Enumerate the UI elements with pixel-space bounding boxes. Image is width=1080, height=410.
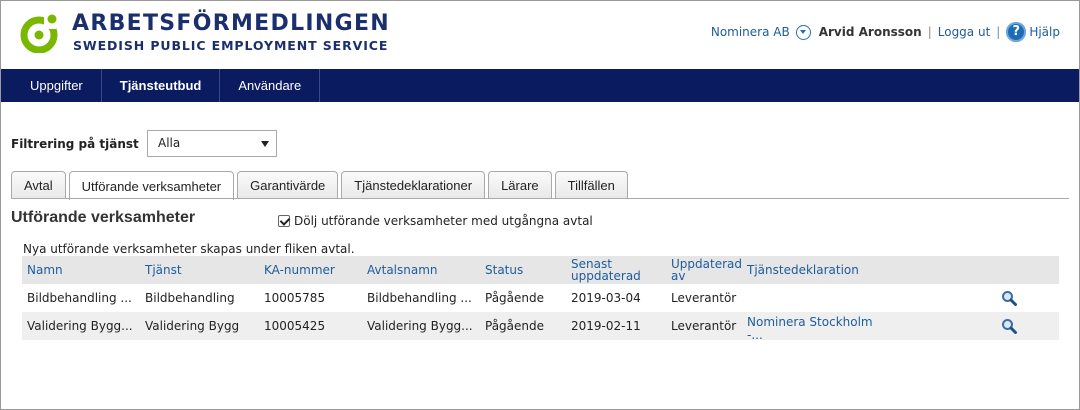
org-link[interactable]: Nominera AB [711,25,790,39]
cell-tjanst: Bildbehandling [145,291,235,305]
magnifier-icon[interactable] [1001,290,1017,306]
tab-larare[interactable]: Lärare [488,171,552,199]
nav-item-uppgifter[interactable]: Uppgifter [1,69,102,102]
main-nav: Uppgifter Tjänsteutbud Användare [1,69,1079,102]
table-row[interactable]: Bildbehandling ... Bildbehandling 100057… [22,284,1059,312]
af-logo-icon[interactable] [19,11,67,53]
tjanstedeklaration-line1: Nominera Stockholm [747,315,873,329]
units-table: Namn Tjänst KA-nummer Avtalsnamn Status … [22,256,1059,342]
service-filter-value: Alla [158,136,181,150]
cell-ka-nummer: 10005785 [264,291,326,305]
separator: | [996,25,1001,39]
cell-namn: Validering Bygg... [27,319,133,333]
logout-link[interactable]: Logga ut [938,25,991,39]
filter-label: Filtrering på tjänst [11,137,139,151]
col-header-senast-uppdaterad[interactable]: Senast uppdaterad [571,256,641,284]
cell-senast-uppdaterad: 2019-02-11 [571,319,641,333]
col-header-uppd-line2: av [671,269,686,283]
col-header-tjanstedeklaration[interactable]: Tjänstedeklaration [747,256,859,284]
cell-uppdaterad-av: Leverantör [671,319,737,333]
cell-status: Pågående [485,319,545,333]
table-header: Namn Tjänst KA-nummer Avtalsnamn Status … [22,256,1059,284]
hide-expired-checkbox[interactable] [278,215,290,227]
tjanstedeklaration-line2: -... [747,328,763,342]
user-menu: Nominera AB Arvid Aronsson | Logga ut | … [711,22,1060,42]
info-text: Nya utförande verksamheter skapas under … [23,242,355,256]
col-header-status[interactable]: Status [485,256,523,284]
tab-tillfallen[interactable]: Tillfällen [554,171,628,199]
col-header-namn[interactable]: Namn [27,256,63,284]
page-header: ARBETSFÖRMEDLINGEN SWEDISH PUBLIC EMPLOY… [0,0,1080,69]
tab-utforande-verksamheter[interactable]: Utförande verksamheter [68,171,235,200]
user-name: Arvid Aronsson [818,25,922,39]
logo-subtitle: SWEDISH PUBLIC EMPLOYMENT SERVICE [73,38,389,53]
nav-item-tjansteutbud[interactable]: Tjänsteutbud [102,69,221,102]
cell-avtalsnamn: Validering Bygg... [367,319,473,333]
col-header-senast-line2: uppdaterad [571,269,641,283]
col-header-uppdaterad-av[interactable]: Uppdaterad av [671,256,742,284]
logo-title: ARBETSFÖRMEDLINGEN [72,11,390,36]
cell-uppdaterad-av: Leverantör [671,291,737,305]
cell-tjanstedeklaration-link[interactable]: Nominera Stockholm -... [747,312,873,342]
separator: | [927,25,932,39]
cell-avtalsnamn: Bildbehandling ... [367,291,472,305]
table-row[interactable]: Validering Bygg... Validering Bygg 10005… [22,312,1059,342]
tab-bar: Avtal Utförande verksamheter Garantivärd… [11,171,631,200]
cell-tjanst: Validering Bygg [145,319,240,333]
nav-item-anvandare[interactable]: Användare [220,69,321,102]
cell-namn: Bildbehandling ... [27,291,132,305]
chevron-down-icon[interactable] [795,24,811,40]
col-header-tjanst[interactable]: Tjänst [145,256,182,284]
help-icon[interactable]: ? [1006,22,1027,42]
caret-down-icon [261,141,269,147]
help-link[interactable]: Hjälp [1029,25,1060,39]
magnifier-icon[interactable] [1001,318,1017,334]
cell-senast-uppdaterad: 2019-03-04 [571,291,641,305]
service-filter-select[interactable]: Alla [147,130,277,157]
tab-garantivarde[interactable]: Garantivärde [237,171,339,199]
hide-expired-label: Dölj utförande verksamheter med utgångna… [294,214,593,228]
col-header-avtalsnamn[interactable]: Avtalsnamn [367,256,438,284]
cell-ka-nummer: 10005425 [264,319,326,333]
hide-expired-checkbox-row[interactable]: Dölj utförande verksamheter med utgångna… [278,214,593,228]
tab-divider [11,198,1069,199]
cell-status: Pågående [485,291,545,305]
tab-avtal[interactable]: Avtal [11,171,66,199]
section-title: Utförande verksamheter [11,209,196,226]
tab-tjanstedeklarationer[interactable]: Tjänstedeklarationer [341,171,486,199]
col-header-ka-nummer[interactable]: KA-nummer [264,256,335,284]
